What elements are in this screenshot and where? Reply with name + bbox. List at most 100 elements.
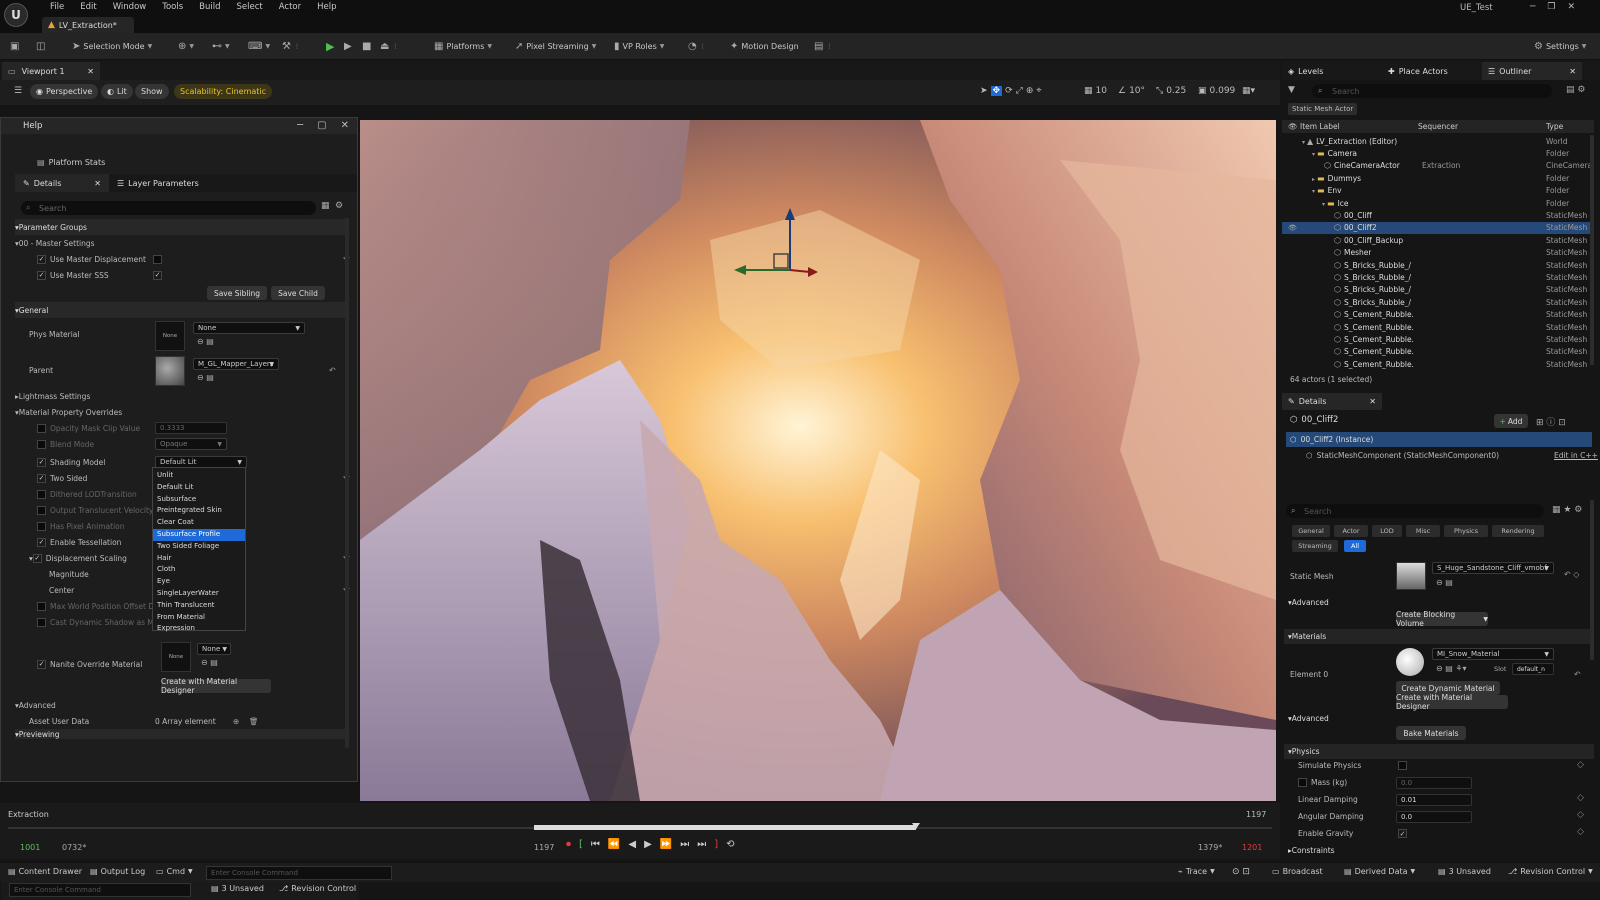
menu-file[interactable]: File [42,2,72,13]
filter-streaming[interactable]: Streaming [1292,540,1338,552]
filter-lod[interactable]: LOD [1372,525,1402,537]
angular-damping-input[interactable]: 0.0 [1396,811,1472,823]
physics-section[interactable]: ▾ Physics [1284,744,1594,759]
override-checkbox[interactable] [37,489,46,499]
range-start-icon[interactable]: [ [579,839,583,850]
constraints-section[interactable]: ▸ Constraints [1284,843,1594,858]
minimize-icon[interactable]: ─ [297,120,303,131]
grid-snap[interactable]: ▦ 10 [1084,86,1107,96]
hamburger-icon[interactable]: ☰ [14,86,22,96]
playhead-frame[interactable]: 0732* [62,843,86,852]
mass-checkbox[interactable] [1298,778,1307,787]
eject-icon[interactable]: ⏏ ⋮ [380,39,398,54]
mass-input[interactable]: 0.0 [1396,777,1472,789]
advanced-section[interactable]: ▾ Advanced [15,697,345,713]
nanite-thumbnail[interactable]: None [161,642,191,672]
gear-icon[interactable]: ⚙ [335,201,343,211]
jump-end-icon[interactable]: ⏭ [697,839,706,850]
parent-select[interactable]: M_GL_Mapper_Layers ▼ [193,358,279,370]
close-tab-icon[interactable]: ✕ [1369,397,1376,406]
tab-details[interactable]: ✎ Details ✕ [15,174,109,192]
filter-physics[interactable]: Physics [1444,525,1488,537]
outliner-row[interactable]: ▾ ▲ LV_Extraction (Editor) World [1282,135,1594,147]
status-icons[interactable]: ⊙ ⊡ [1232,867,1250,877]
general-section[interactable]: ▾ General [15,302,345,318]
reverse-icon[interactable]: ◀ [628,839,636,850]
broadcast-button[interactable]: ▭ Broadcast [1272,867,1323,876]
scale-tool-icon[interactable]: ⤢ [1016,86,1023,96]
option-subsurface[interactable]: Subsurface [153,494,245,506]
outliner-row[interactable]: ⬡ CineCameraActor Extraction CineCamera [1282,160,1594,172]
add-folder-icon[interactable]: ▤ ⚙ [1566,85,1585,95]
loop-icon[interactable]: ⟲ [726,839,734,850]
outliner-row[interactable]: ⬡ 00_Cliff StaticMesh [1282,209,1594,221]
nanite-browse-icons[interactable]: ⊖ ▤ [201,658,218,667]
play-icon[interactable]: ▶ [644,839,652,850]
option-thin-translucent[interactable]: Thin Translucent [153,600,245,612]
cmd-button[interactable]: ▭ Cmd ▼ [156,867,193,876]
motion-design-button[interactable]: ✦ Motion Design [730,39,799,54]
content-drawer-button[interactable]: ▤ Content Drawer [8,867,82,876]
filter-actor[interactable]: Actor [1334,525,1368,537]
expand-arrow-icon[interactable]: ▾ [1302,139,1305,146]
details-search-input[interactable]: ⌕ Search [21,201,316,215]
outliner-row[interactable]: ▾ ▬ Camera Folder [1282,147,1594,159]
option-hair[interactable]: Hair [153,553,245,565]
show-button[interactable]: Show [135,84,169,99]
selection-mode-button[interactable]: ➤ Selection Mode ▼ [72,39,152,54]
option-default-lit[interactable]: Default Lit [153,482,245,494]
blend-mode-select[interactable]: Opaque ▼ [155,438,227,450]
add-component-button[interactable]: + Add [1494,414,1528,428]
map-tab[interactable]: ▲ LV_Extraction* [42,17,134,33]
camera-speed[interactable]: ▣ 0.099 [1198,86,1235,96]
reset-icon[interactable]: ↶ [329,366,336,375]
layout-icon[interactable]: ▦▾ [1242,86,1255,96]
tab-outliner[interactable]: ☰ Outliner ✕ [1482,62,1582,80]
create-material-designer-button[interactable]: Create with Material Designer [161,677,271,695]
overrides-section[interactable]: ▾ Material Property Overrides [15,404,345,420]
material-thumbnail[interactable] [1396,648,1424,676]
close-tab-icon[interactable]: ✕ [87,67,94,76]
advanced-mesh-section[interactable]: ▾ Advanced [1284,595,1594,610]
pixel-streaming-button[interactable]: ➚ Pixel Streaming ▼ [515,39,596,54]
outliner-row[interactable]: ⬡ S_Bricks_Rubble_/ StaticMesh [1282,271,1594,283]
override-checkbox[interactable]: ✓ [37,457,46,467]
stop-icon[interactable]: ■ [362,39,371,54]
expand-arrow-icon[interactable]: ▸ [1312,176,1315,183]
parent-browse-icons[interactable]: ⊖ ▤ [197,373,214,382]
unsaved-button[interactable]: ▤ 3 Unsaved [1438,867,1491,876]
jump-start-icon[interactable]: ⏮ [591,839,600,850]
move-tool-icon[interactable]: ✥ [990,86,1003,96]
rotate-tool-icon[interactable]: ⟳ [1005,86,1013,96]
col-item-label[interactable]: Item Label [1300,122,1340,131]
add-actor-icon[interactable]: ⊕ ▼ [178,39,194,54]
close-tab-icon[interactable]: ✕ [94,179,101,188]
phys-material-select[interactable]: None ▼ [193,322,305,334]
keyframe-icon[interactable]: ◇ [1577,810,1584,820]
range-end-icon[interactable]: ] [714,839,718,850]
platforms-button[interactable]: ▦ Platforms ▼ [434,39,492,54]
details-right-scrollbar[interactable] [1590,500,1594,660]
outliner-row[interactable]: ⬡ Mesher StaticMesh [1282,247,1594,259]
angle-snap[interactable]: ∠ 10° [1118,86,1145,96]
step-back-icon[interactable]: ⏪ [608,839,620,850]
option-from-material-expression[interactable]: From Material Expression [153,612,245,633]
enable-gravity-checkbox[interactable]: ✓ [1398,829,1407,838]
option-cloth[interactable]: Cloth [153,564,245,576]
menu-select[interactable]: Select [229,2,271,13]
override-checkbox[interactable] [37,601,46,611]
save-sibling-button[interactable]: Save Sibling [207,286,267,300]
override-checkbox[interactable] [37,439,46,449]
outliner-row[interactable]: ⬡ S_Cement_Rubble. StaticMesh [1282,346,1594,358]
filter-all[interactable]: All [1344,540,1366,552]
menu-edit[interactable]: Edit [72,2,104,13]
outliner-row[interactable]: ▾ ▬ Env Folder [1282,185,1594,197]
platform-stats-tab[interactable]: ▤ Platform Stats [1,154,357,170]
current-frame[interactable]: 1197 [534,843,554,852]
outliner-row[interactable]: ⬡ S_Bricks_Rubble_/ StaticMesh [1282,284,1594,296]
option-single-layer-water[interactable]: SingleLayerWater [153,588,245,600]
nanite-select[interactable]: None ▼ [197,643,231,655]
range-end-frame-b[interactable]: 1201 [1242,843,1262,852]
tab-levels[interactable]: ◈ Levels [1282,62,1329,80]
sequencer-icon[interactable]: ◔ ⋮ [688,39,706,54]
